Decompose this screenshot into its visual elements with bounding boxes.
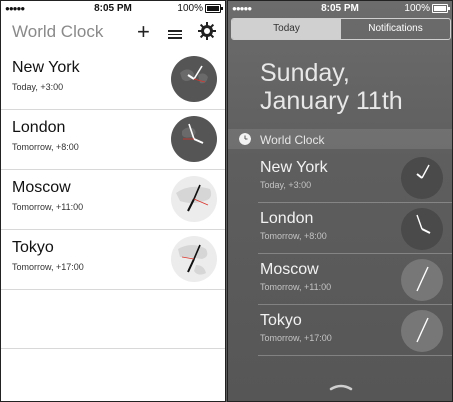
city-name: New York: [12, 59, 80, 76]
page-title: World Clock: [12, 22, 104, 41]
city-name: New York: [260, 159, 328, 176]
time-offset: Today, +3:00: [12, 82, 64, 92]
analog-clock-icon: [401, 310, 443, 352]
time-offset: Today, +3:00: [260, 180, 312, 190]
city-name: Moscow: [260, 261, 319, 278]
widget-title: World Clock: [260, 133, 325, 147]
city-name: London: [260, 210, 314, 227]
battery-icon: [432, 4, 450, 13]
screenshot: ●●●●● 8:05 PM 100% World Clock + New Yor…: [0, 0, 453, 402]
date-day: January 11th: [260, 87, 403, 115]
city-name: London: [12, 119, 66, 136]
drag-handle[interactable]: [329, 383, 353, 391]
clock-icon: [239, 133, 251, 145]
segmented-control: Today Notifications: [231, 18, 451, 40]
time-offset: Tomorrow, +17:00: [260, 333, 332, 343]
analog-clock-icon: [171, 176, 217, 222]
tab-today[interactable]: Today: [232, 19, 341, 39]
clock-row-london[interactable]: London Tomorrow, +8:00: [1, 109, 225, 170]
notification-center: ●●●●● 8:05 PM 100% Today Notifications S…: [227, 0, 453, 402]
widget-row-tokyo[interactable]: Tokyo Tomorrow, +17:00: [228, 305, 452, 356]
time-offset: Tomorrow, +8:00: [12, 142, 79, 152]
plus-icon[interactable]: +: [137, 17, 150, 47]
battery-percentage: 100%: [404, 3, 430, 14]
analog-clock-icon: [401, 259, 443, 301]
time-offset: Tomorrow, +11:00: [12, 202, 84, 212]
widget-row-new-york[interactable]: New York Today, +3:00: [228, 152, 452, 203]
analog-clock-icon: [171, 56, 217, 102]
city-name: Tokyo: [12, 239, 54, 256]
time-offset: Tomorrow, +11:00: [260, 282, 332, 292]
list-icon[interactable]: [168, 30, 182, 41]
analog-clock-icon: [171, 116, 217, 162]
time-offset: Tomorrow, +17:00: [12, 262, 84, 272]
analog-clock-icon: [401, 157, 443, 199]
world-clock-app: ●●●●● 8:05 PM 100% World Clock + New Yor…: [0, 0, 226, 402]
gear-icon[interactable]: [198, 22, 216, 40]
status-bar: ●●●●● 8:05 PM 100%: [228, 1, 452, 15]
widget-row-london[interactable]: London Tomorrow, +8:00: [228, 203, 452, 254]
city-name: Moscow: [12, 179, 71, 196]
analog-clock-icon: [171, 236, 217, 282]
battery-icon: [205, 4, 223, 13]
clock-row-moscow[interactable]: Moscow Tomorrow, +11:00: [1, 169, 225, 230]
city-name: Tokyo: [260, 312, 302, 329]
time-offset: Tomorrow, +8:00: [260, 231, 327, 241]
status-bar: ●●●●● 8:05 PM 100%: [1, 1, 225, 15]
clock-row-tokyo[interactable]: Tokyo Tomorrow, +17:00: [1, 229, 225, 290]
app-header: World Clock +: [1, 18, 225, 48]
divider: [258, 355, 452, 356]
divider: [1, 348, 225, 349]
clock-row-new-york[interactable]: New York Today, +3:00: [1, 49, 225, 110]
date-weekday: Sunday,: [260, 59, 350, 87]
analog-clock-icon: [401, 208, 443, 250]
tab-notifications[interactable]: Notifications: [341, 19, 450, 39]
widget-row-moscow[interactable]: Moscow Tomorrow, +11:00: [228, 254, 452, 305]
battery-percentage: 100%: [177, 3, 203, 14]
widget-header[interactable]: World Clock: [228, 129, 452, 149]
